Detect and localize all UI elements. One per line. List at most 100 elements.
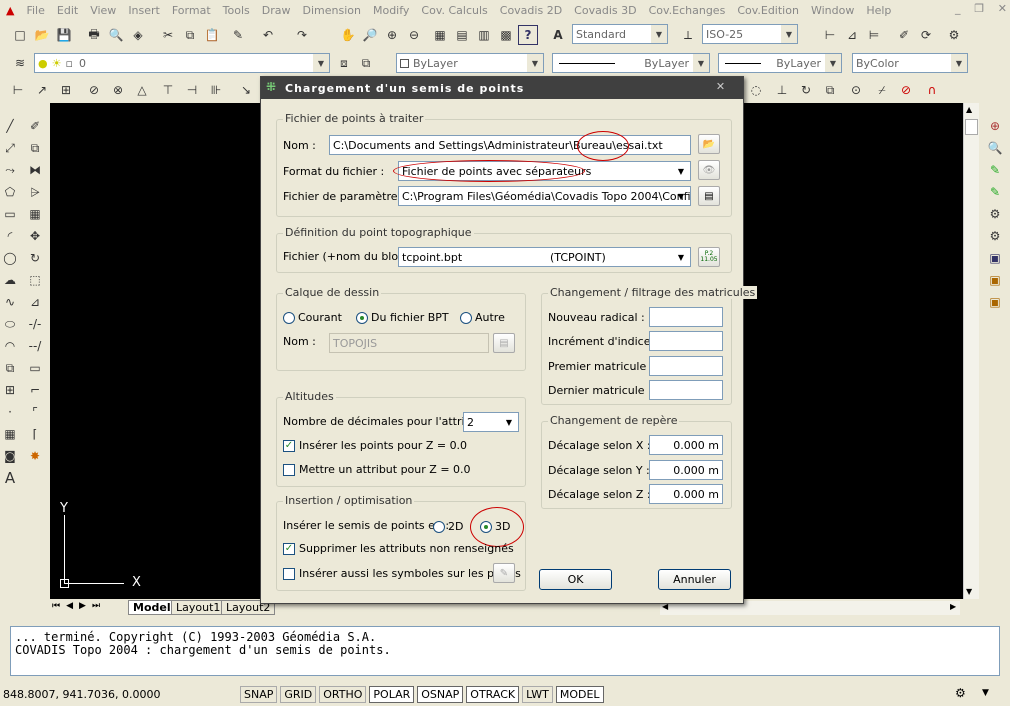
polyline-icon[interactable]: ⤳ (0, 160, 20, 180)
magnet-icon[interactable]: ∩ (922, 80, 942, 100)
dx-input[interactable]: 0.000 m (649, 435, 723, 455)
dim-edit-icon[interactable]: ⌿ (872, 80, 892, 100)
lineweight-select[interactable]: ByLayer ▼ (718, 53, 842, 73)
redo-icon[interactable]: ↷ (292, 25, 312, 45)
construction-line-icon[interactable]: ⤢ (0, 138, 20, 158)
design-center-icon[interactable]: ▤ (452, 25, 472, 45)
dim-linear-icon[interactable]: ⊢ (820, 25, 840, 45)
dim-aligned-icon[interactable]: ⊿ (842, 25, 862, 45)
menu-cov-edition[interactable]: Cov.Edition (731, 4, 805, 17)
menu-help[interactable]: Help (860, 4, 897, 17)
explode-icon[interactable]: ✸ (25, 446, 45, 466)
premier-input[interactable] (649, 356, 723, 376)
model-toggle[interactable]: MODEL (555, 686, 604, 703)
pan-icon[interactable]: ✋ (338, 25, 358, 45)
tool-c-icon[interactable]: ⚙ (985, 204, 1005, 224)
tool-palette-icon[interactable]: ▥ (474, 25, 494, 45)
menu-covadis-3d[interactable]: Covadis 3D (568, 4, 642, 17)
first-tab-icon[interactable]: ⏮ (52, 601, 60, 611)
dim-linear-icon[interactable]: ⊢ (8, 80, 28, 100)
radio-courant[interactable] (283, 312, 295, 324)
quick-dim-icon[interactable]: ⊤ (158, 80, 178, 100)
zoom-window-icon[interactable]: ⊕ (382, 25, 402, 45)
prev-tab-icon[interactable]: ◀ (66, 601, 73, 611)
dim-aligned-icon[interactable]: ↗ (32, 80, 52, 100)
menu-cov-echanges[interactable]: Cov.Echanges (643, 4, 732, 17)
dim-override-icon[interactable]: ⊘ (896, 80, 916, 100)
chk-attr-z[interactable] (283, 464, 295, 476)
menu-window[interactable]: Window (805, 4, 860, 17)
radio-autre[interactable] (460, 312, 472, 324)
ok-button[interactable]: OK (539, 569, 612, 590)
radical-input[interactable] (649, 307, 723, 327)
grid-toggle[interactable]: GRID (280, 686, 317, 703)
make-current-icon[interactable]: ⧈ (334, 53, 354, 73)
layer-manager-icon[interactable]: ≋ (10, 53, 30, 73)
zoom-in-icon[interactable]: ⊕ (985, 116, 1005, 136)
vertical-scrollbar[interactable]: ▲ ▼ (963, 103, 979, 599)
mirror-icon[interactable]: ⧓ (25, 160, 45, 180)
menu-tools[interactable]: Tools (217, 4, 256, 17)
help-icon[interactable]: ? (518, 25, 538, 45)
revcloud-icon[interactable]: ☁ (0, 270, 20, 290)
ellipse-arc-icon[interactable]: ◠ (0, 336, 20, 356)
copy-icon[interactable]: ⧉ (180, 25, 200, 45)
layer-list-icon[interactable]: ▤ (493, 333, 515, 353)
browse-folder-icon[interactable]: 📂 (698, 134, 720, 154)
close-icon[interactable]: ✕ (998, 2, 1007, 18)
make-block-icon[interactable]: ⊞ (0, 380, 20, 400)
layer-select[interactable]: ● ☀ ▫ 0 ▼ (34, 53, 330, 73)
calque-name-input[interactable]: TOPOJIS (329, 333, 489, 353)
file-path-input[interactable]: C:\Documents and Settings\Administrateur… (329, 135, 691, 155)
polygon-icon[interactable]: ⬠ (0, 182, 20, 202)
print-icon[interactable]: 🖶 (84, 25, 104, 45)
otrack-toggle[interactable]: OTRACK (466, 686, 520, 703)
preview-icon[interactable]: 🔍 (106, 25, 126, 45)
cut-icon[interactable]: ✂ (158, 25, 178, 45)
open-icon[interactable]: 📂 (32, 25, 52, 45)
cancel-button[interactable]: Annuler (658, 569, 731, 590)
dim-update-icon[interactable]: ↻ (796, 80, 816, 100)
dim-diameter-icon[interactable]: ⊗ (108, 80, 128, 100)
hatch-icon[interactable]: ▦ (0, 424, 20, 444)
scroll-thumb[interactable] (965, 119, 978, 135)
ellipse-icon[interactable]: ⬭ (0, 314, 20, 334)
scale-icon[interactable]: ⬚ (25, 270, 45, 290)
point-icon[interactable]: · (0, 402, 20, 422)
menu-covadis-2d[interactable]: Covadis 2D (494, 4, 568, 17)
ortho-toggle[interactable]: ORTHO (319, 686, 367, 703)
dy-input[interactable]: 0.000 m (649, 460, 723, 480)
command-window[interactable]: ... terminé. Copyright (C) 1993-2003 Géo… (10, 626, 1000, 676)
dernier-input[interactable] (649, 380, 723, 400)
edit-params-icon[interactable]: ▤ (698, 186, 720, 206)
region-icon[interactable]: ◙ (0, 446, 20, 466)
point-preview-icon[interactable]: P.2 11.05 (698, 247, 720, 267)
array-icon[interactable]: ▦ (25, 204, 45, 224)
polar-toggle[interactable]: POLAR (369, 686, 415, 703)
spline-icon[interactable]: ∿ (0, 292, 20, 312)
trim-icon[interactable]: -/- (25, 314, 45, 334)
params-file-select[interactable]: C:\Program Files\Géomédia\Covadis Topo 2… (398, 186, 691, 206)
move-icon[interactable]: ✥ (25, 226, 45, 246)
dialog-close-icon[interactable]: ✕ (705, 80, 737, 94)
tool-a-icon[interactable]: ✎ (985, 160, 1005, 180)
next-tab-icon[interactable]: ▶ (79, 601, 86, 611)
dim-baseline-icon[interactable]: ⊣ (182, 80, 202, 100)
chk-suppr-attr[interactable]: ✓ (283, 543, 295, 555)
save-icon[interactable]: 💾 (54, 25, 74, 45)
dim-ordinate-icon[interactable]: ⊞ (56, 80, 76, 100)
new-icon[interactable]: □ (10, 25, 30, 45)
scroll-down-icon[interactable]: ▼ (966, 587, 972, 596)
tool-g-icon[interactable]: ▣ (985, 292, 1005, 312)
dim-tick-icon[interactable]: ⊥ (772, 80, 792, 100)
text-style-select[interactable]: Standard ▼ (572, 24, 668, 44)
tool-d-icon[interactable]: ⚙ (985, 226, 1005, 246)
tool-b-icon[interactable]: ✎ (985, 182, 1005, 202)
dim-radius-icon[interactable]: ⊘ (84, 80, 104, 100)
radio-2d[interactable] (433, 521, 445, 533)
tool-f-icon[interactable]: ▣ (985, 270, 1005, 290)
dim-style-manager-icon[interactable]: ⚙ (944, 25, 964, 45)
leader-icon[interactable]: ↘ (236, 80, 256, 100)
menu-cov-calculs[interactable]: Cov. Calculs (415, 4, 493, 17)
break-icon[interactable]: ▭ (25, 358, 45, 378)
